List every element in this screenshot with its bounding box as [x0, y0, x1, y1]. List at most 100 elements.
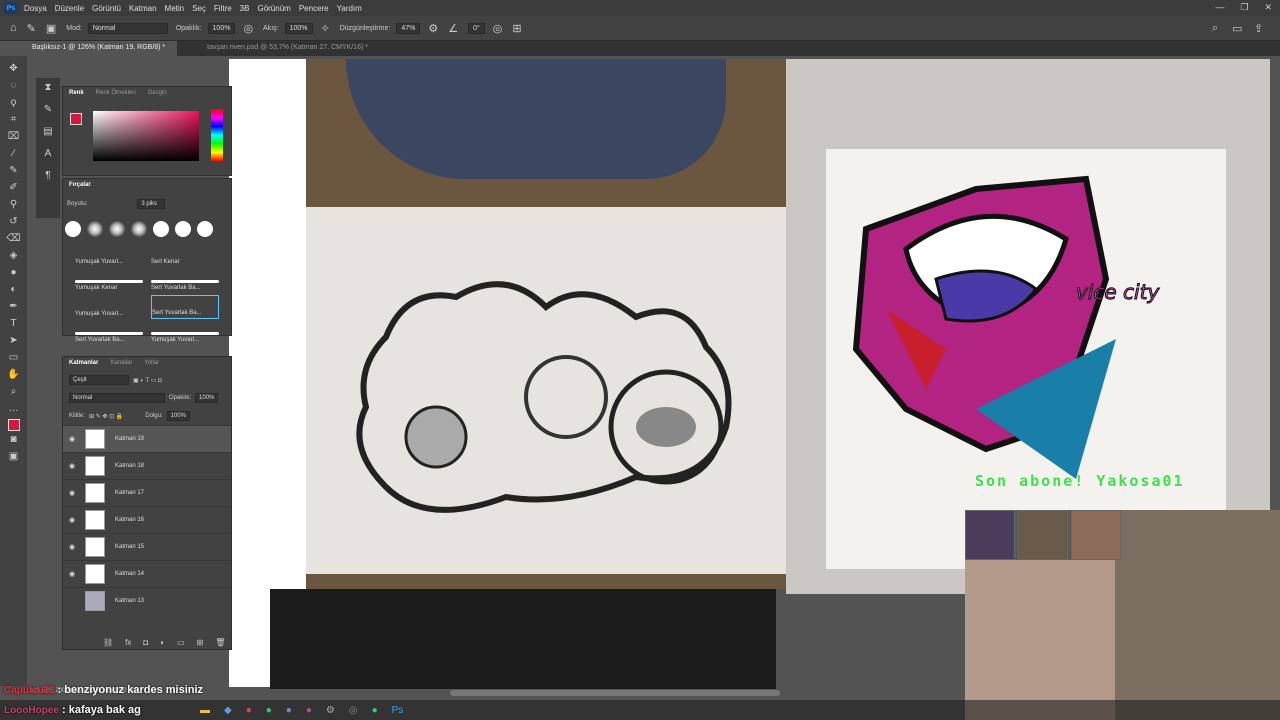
- brush-item[interactable]: Sert Kenar: [151, 243, 219, 267]
- app-icon[interactable]: ◎: [349, 705, 358, 716]
- search-icon[interactable]: ⌕: [1212, 22, 1218, 35]
- flow-field[interactable]: 100%: [284, 22, 313, 34]
- visibility-eye-icon[interactable]: ◉: [63, 462, 81, 470]
- foreground-color-swatch[interactable]: [7, 419, 20, 431]
- gear-icon[interactable]: ⚙: [428, 22, 438, 35]
- brush-size-field[interactable]: 3 piks: [137, 199, 166, 209]
- eraser-tool-icon[interactable]: ⌫: [4, 230, 24, 247]
- menu-katman[interactable]: Katman: [129, 4, 157, 13]
- brush-preset[interactable]: [197, 221, 213, 237]
- airbrush-icon[interactable]: ✧: [321, 22, 330, 35]
- foreground-color-swatch[interactable]: [70, 113, 82, 125]
- minimize-icon[interactable]: —: [1215, 2, 1224, 13]
- brush-item[interactable]: Yumuşak Kenar: [75, 269, 143, 293]
- path-select-icon[interactable]: ➤: [4, 332, 24, 349]
- horizontal-scrollbar[interactable]: [450, 690, 780, 696]
- brush-tool-icon[interactable]: ✎: [27, 22, 36, 35]
- link-icon[interactable]: ⛓: [103, 638, 113, 647]
- menu-duzenle[interactable]: Düzenle: [55, 4, 84, 13]
- screen-mode-icon[interactable]: ▣: [4, 448, 24, 465]
- adjustments-icon[interactable]: ▤: [36, 126, 60, 144]
- layer-row[interactable]: ◉ Katman 15: [63, 533, 231, 560]
- brush-item[interactable]: Yumuşak Yuvarl...: [75, 295, 143, 319]
- mask-icon[interactable]: ◘: [143, 638, 148, 647]
- stamp-tool-icon[interactable]: ⚲: [4, 196, 24, 213]
- tab-yollar[interactable]: Yollar: [144, 360, 159, 368]
- zoom-tool-icon[interactable]: ⌕: [4, 383, 24, 400]
- brush-item[interactable]: Yumuşak Yuvarl...: [75, 243, 143, 267]
- tab-document-1[interactable]: Başlıksız-1 @ 126% (Katman 19, RGB/8) *: [0, 41, 178, 56]
- share-icon[interactable]: ⇪: [1254, 22, 1263, 35]
- tab-document-2[interactable]: tavşan riven.psd @ 53,7% (Katman 27, CMY…: [177, 41, 380, 56]
- tab-gezgin[interactable]: Gezgin: [148, 90, 167, 98]
- fill-field[interactable]: 100%: [166, 411, 190, 421]
- pressure-opacity-icon[interactable]: ◎: [243, 22, 253, 35]
- lock-icons[interactable]: ⊞ ✎ ✥ ⊡ 🔒: [89, 413, 123, 420]
- brush-preset[interactable]: [175, 221, 191, 237]
- visibility-eye-icon[interactable]: ◉: [63, 435, 81, 443]
- bucket-tool-icon[interactable]: ◈: [4, 247, 24, 264]
- hue-slider[interactable]: [211, 109, 223, 161]
- folder-icon[interactable]: ▭: [177, 638, 185, 647]
- pressure-size-icon[interactable]: ◎: [493, 22, 503, 35]
- history-panel-icon[interactable]: ⧗: [36, 82, 60, 100]
- home-icon[interactable]: ⌂: [10, 22, 17, 34]
- color-picker-field[interactable]: [93, 111, 199, 161]
- menu-filtre[interactable]: Filtre: [214, 4, 232, 13]
- visibility-eye-icon[interactable]: ◉: [63, 543, 81, 551]
- dodge-tool-icon[interactable]: ◐: [4, 281, 24, 298]
- symmetry-icon[interactable]: ⊞: [512, 22, 521, 35]
- lasso-tool-icon[interactable]: ϙ: [4, 94, 24, 111]
- brush-preset[interactable]: [65, 221, 81, 237]
- brush-settings-icon[interactable]: ✎: [36, 104, 60, 122]
- menu-dosya[interactable]: Dosya: [24, 4, 47, 13]
- character-panel-icon[interactable]: A: [36, 148, 60, 166]
- move-tool-icon[interactable]: ✥: [4, 60, 24, 77]
- tab-renk[interactable]: Renk: [69, 90, 84, 98]
- eyedropper-icon[interactable]: ⁄: [4, 145, 24, 162]
- layer-opacity-field[interactable]: 100%: [195, 393, 219, 403]
- layer-row[interactable]: ◉ Katman 18: [63, 452, 231, 479]
- more-tools-icon[interactable]: …: [4, 400, 24, 417]
- visibility-eye-icon[interactable]: ◉: [63, 489, 81, 497]
- chrome-icon[interactable]: ●: [246, 705, 252, 716]
- new-layer-icon[interactable]: ⊞: [197, 638, 204, 647]
- filter-icons[interactable]: ▣ ◐ T ▭ ◘: [133, 377, 162, 384]
- brush-preset[interactable]: [87, 221, 103, 237]
- whatsapp-icon[interactable]: ●: [372, 705, 378, 716]
- opacity-field[interactable]: 100%: [207, 22, 236, 34]
- marquee-tool-icon[interactable]: ◌: [4, 77, 24, 94]
- adjustment-layer-icon[interactable]: ◐: [160, 638, 165, 647]
- history-brush-icon[interactable]: ↺: [4, 213, 24, 230]
- menu-pencere[interactable]: Pencere: [299, 4, 329, 13]
- tab-katmanlar[interactable]: Katmanlar: [69, 360, 98, 368]
- trash-icon[interactable]: 🗑: [215, 638, 225, 647]
- crop-tool-icon[interactable]: ⌧: [4, 128, 24, 145]
- layer-row[interactable]: ◉ Katman 19: [63, 425, 231, 452]
- brush-preset[interactable]: [131, 221, 147, 237]
- workspace-icon[interactable]: ▭: [1232, 22, 1242, 35]
- menu-sec[interactable]: Seç: [192, 4, 206, 13]
- shape-tool-icon[interactable]: ▭: [4, 349, 24, 366]
- blend-mode-select[interactable]: Normal: [69, 393, 165, 403]
- brush-panel-toggle-icon[interactable]: ▣: [46, 22, 56, 35]
- layer-row[interactable]: ◉ Katman 16: [63, 506, 231, 533]
- mode-select[interactable]: Normal: [87, 22, 168, 34]
- menu-gorunum[interactable]: Görünüm: [257, 4, 290, 13]
- brush-item[interactable]: Yumuşak Yuvarl...: [151, 321, 219, 345]
- tab-kanallar[interactable]: Kanallar: [110, 360, 132, 368]
- pencil-tool-icon[interactable]: ✐: [4, 179, 24, 196]
- brush-preset[interactable]: [153, 221, 169, 237]
- discord-icon[interactable]: ●: [286, 705, 292, 716]
- blur-tool-icon[interactable]: ●: [4, 264, 24, 281]
- hand-tool-icon[interactable]: ✋: [4, 366, 24, 383]
- angle-field[interactable]: 0°: [468, 22, 485, 34]
- close-icon[interactable]: ✕: [1264, 2, 1272, 13]
- visibility-eye-icon[interactable]: ◉: [63, 570, 81, 578]
- quick-mask-icon[interactable]: ◙: [4, 431, 24, 448]
- brush-item-selected[interactable]: Sert Yuvarlak Ba...: [151, 295, 219, 319]
- maximize-icon[interactable]: ❐: [1240, 2, 1248, 13]
- layer-filter-select[interactable]: Çeşit: [69, 375, 129, 385]
- smoothing-field[interactable]: 47%: [396, 22, 421, 34]
- pen-tool-icon[interactable]: ✒: [4, 298, 24, 315]
